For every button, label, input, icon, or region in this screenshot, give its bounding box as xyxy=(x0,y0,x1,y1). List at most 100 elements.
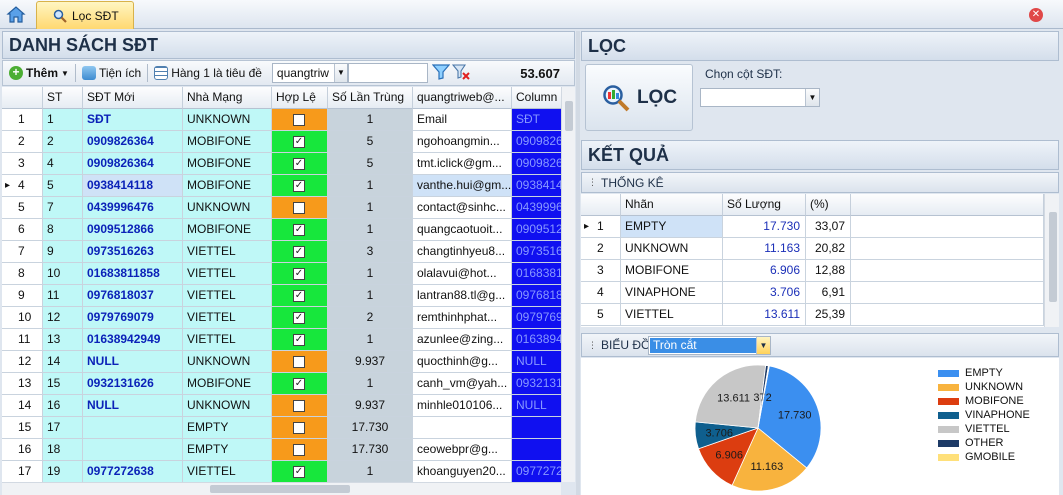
add-button[interactable]: + Thêm ▼ xyxy=(3,62,75,84)
legend-label: VINAPHONE xyxy=(965,409,1030,421)
table-row[interactable]: 11 13 01638942949 VIETTEL ✓ 1 azunlee@zing... 0… xyxy=(2,329,575,351)
table-row[interactable]: 9 11 0976818037 VIETTEL ✓ 1 lantran88.tl@g... 0… xyxy=(2,285,575,307)
valid-cell[interactable]: ✓ xyxy=(272,461,328,482)
valid-checkbox[interactable]: ✓ xyxy=(293,290,305,302)
valid-cell[interactable]: ✓ xyxy=(272,175,328,197)
valid-cell[interactable] xyxy=(272,439,328,461)
valid-checkbox[interactable]: ✓ xyxy=(293,268,305,280)
column-select[interactable]: ▼ xyxy=(700,88,820,107)
table-row[interactable]: 2 2 0909826364 MOBIFONE ✓ 5 ngohoangmin... 0909… xyxy=(2,131,575,153)
st-header[interactable]: ST xyxy=(43,87,83,109)
valid-checkbox[interactable] xyxy=(293,444,305,456)
valid-cell[interactable]: ✓ xyxy=(272,219,328,241)
clear-filter-icon[interactable] xyxy=(451,63,470,83)
collapse-icon[interactable]: ⋮ xyxy=(588,177,597,188)
valid-checkbox[interactable] xyxy=(293,114,305,126)
valid-header[interactable]: Hợp Lệ xyxy=(272,87,328,109)
home-icon[interactable] xyxy=(6,5,26,24)
table-row[interactable]: 1 1 SĐT UNKNOWN 1 Email SĐT xyxy=(2,109,575,131)
email-header[interactable]: quangtriweb@... xyxy=(413,87,512,109)
collapse-icon[interactable]: ⋮ xyxy=(588,340,597,351)
valid-cell[interactable] xyxy=(272,417,328,439)
phone-cell xyxy=(83,417,183,439)
valid-checkbox[interactable]: ✓ xyxy=(293,180,305,192)
table-row[interactable]: 13 15 0932131626 MOBIFONE ✓ 1 canh_vm@yah... 09… xyxy=(2,373,575,395)
stats-index-header[interactable] xyxy=(581,194,621,216)
stats-count-header[interactable]: Số Lượng xyxy=(723,194,806,216)
valid-checkbox[interactable] xyxy=(293,356,305,368)
table-row[interactable]: 15 17 EMPTY 17.730 xyxy=(2,417,575,439)
table-row[interactable]: 3 4 0909826364 MOBIFONE ✓ 5 tmt.iclick@gm... 09… xyxy=(2,153,575,175)
email-cell: olalavui@hot... xyxy=(413,263,512,285)
table-row[interactable]: 16 18 EMPTY 17.730 ceowebpr@g... xyxy=(2,439,575,461)
duplicate-count-header[interactable]: Số Lần Trùng xyxy=(328,87,413,109)
carrier-header[interactable]: Nhà Mạng xyxy=(183,87,272,109)
valid-cell[interactable] xyxy=(272,395,328,417)
chevron-down-icon[interactable]: ▼ xyxy=(756,337,770,354)
stats-row[interactable]: 5 VIETTEL 13.611 25,39 xyxy=(581,304,1044,326)
valid-cell[interactable]: ✓ xyxy=(272,307,328,329)
valid-checkbox[interactable] xyxy=(293,422,305,434)
phone-cell: NULL xyxy=(83,351,183,373)
splitter[interactable] xyxy=(576,31,580,495)
valid-cell[interactable]: ✓ xyxy=(272,329,328,351)
valid-cell[interactable] xyxy=(272,351,328,373)
table-row[interactable]: ▸ 4 5 0938414118 MOBIFONE ✓ 1 vanthe.hui@gm... 0… xyxy=(2,175,575,197)
chevron-down-icon[interactable]: ▼ xyxy=(333,64,347,82)
vertical-scrollbar[interactable] xyxy=(561,87,575,482)
valid-checkbox[interactable]: ✓ xyxy=(293,158,305,170)
stats-row[interactable]: ▸ 1 EMPTY 17.730 33,07 xyxy=(581,216,1044,238)
valid-checkbox[interactable]: ✓ xyxy=(293,466,305,478)
filter-input[interactable] xyxy=(347,63,428,83)
tab-loc-sdt[interactable]: Lọc SĐT xyxy=(36,1,134,29)
table-row[interactable]: 6 8 0909512866 MOBIFONE ✓ 1 quangcaotuoit... 09… xyxy=(2,219,575,241)
scroll-thumb[interactable] xyxy=(210,485,350,493)
scroll-thumb[interactable] xyxy=(1049,212,1057,302)
stats-percent-header[interactable]: (%) xyxy=(806,194,851,216)
table-row[interactable]: 17 19 0977272638 VIETTEL ✓ 1 khoanguyen20... 09… xyxy=(2,461,575,482)
valid-checkbox[interactable] xyxy=(293,400,305,412)
valid-cell[interactable] xyxy=(272,197,328,219)
phone-cell: 0909826364 xyxy=(83,131,183,153)
valid-checkbox[interactable]: ✓ xyxy=(293,136,305,148)
stats-row[interactable]: 2 UNKNOWN 11.163 20,82 xyxy=(581,238,1044,260)
stats-row[interactable]: 3 MOBIFONE 6.906 12,88 xyxy=(581,260,1044,282)
valid-checkbox[interactable]: ✓ xyxy=(293,378,305,390)
stats-label-header[interactable]: Nhãn xyxy=(621,194,723,216)
filter-icon[interactable] xyxy=(431,63,451,83)
horizontal-scrollbar[interactable] xyxy=(2,482,561,495)
utility-button[interactable]: Tiện ích xyxy=(76,62,147,84)
valid-cell[interactable]: ✓ xyxy=(272,241,328,263)
table-row[interactable]: 14 16 NULL UNKNOWN 9.937 minhle010106... NULL xyxy=(2,395,575,417)
close-icon[interactable]: ✕ xyxy=(1029,8,1043,22)
valid-checkbox[interactable] xyxy=(293,202,305,214)
valid-cell[interactable]: ✓ xyxy=(272,285,328,307)
valid-cell[interactable] xyxy=(272,109,328,131)
table-row[interactable]: 5 7 0439996476 UNKNOWN 1 contact@sinhc... 0439… xyxy=(2,197,575,219)
stats-empty-header[interactable] xyxy=(851,194,1044,216)
top-bar xyxy=(0,0,1063,29)
chart-type-select[interactable]: Tròn cắt ▼ xyxy=(648,336,771,355)
table-row[interactable]: 8 10 01683811858 VIETTEL ✓ 1 olalavui@hot... 01… xyxy=(2,263,575,285)
table-row[interactable]: 10 12 0979769079 VIETTEL ✓ 2 remthinhphat... 09… xyxy=(2,307,575,329)
valid-checkbox[interactable]: ✓ xyxy=(293,224,305,236)
table-row[interactable]: 12 14 NULL UNKNOWN 9.937 quocthinh@g... NULL xyxy=(2,351,575,373)
scroll-thumb[interactable] xyxy=(565,101,573,131)
valid-checkbox[interactable]: ✓ xyxy=(293,312,305,324)
row-indicator-header[interactable] xyxy=(2,87,43,109)
filter-button[interactable]: LỌC xyxy=(585,64,693,131)
chevron-down-icon[interactable]: ▼ xyxy=(805,89,819,106)
valid-cell[interactable]: ✓ xyxy=(272,373,328,395)
duplicate-cell: 5 xyxy=(328,131,413,153)
valid-cell[interactable]: ✓ xyxy=(272,153,328,175)
header-row-toggle[interactable]: Hàng 1 là tiêu đề xyxy=(148,62,268,84)
new-phone-header[interactable]: SĐT Mới xyxy=(83,87,183,109)
vertical-scrollbar[interactable] xyxy=(1044,194,1059,327)
valid-cell[interactable]: ✓ xyxy=(272,263,328,285)
valid-checkbox[interactable]: ✓ xyxy=(293,334,305,346)
valid-cell[interactable]: ✓ xyxy=(272,131,328,153)
table-row[interactable]: 7 9 0973516263 VIETTEL ✓ 3 changtinhyeu8... 097… xyxy=(2,241,575,263)
stats-row[interactable]: 4 VINAPHONE 3.706 6,91 xyxy=(581,282,1044,304)
valid-checkbox[interactable]: ✓ xyxy=(293,246,305,258)
sheet-select[interactable]: quangtriw ▼ xyxy=(271,63,348,83)
